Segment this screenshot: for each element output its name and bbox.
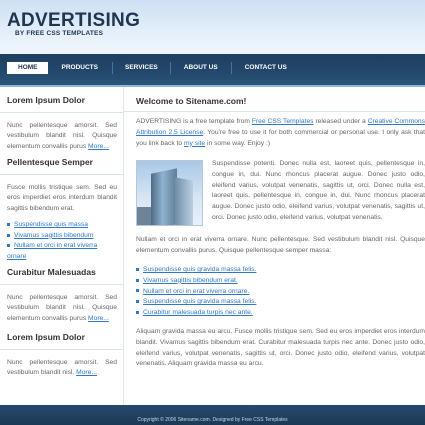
list-item[interactable]: Suspendisse quis gravida massa felis. [136, 297, 256, 308]
building-photo [136, 160, 203, 226]
bullet-icon [7, 222, 10, 226]
nav-services[interactable]: SERVICES [113, 62, 171, 74]
sidebar-block-4: Lorem Ipsum Dolor Nunc pellentesque amor… [0, 332, 123, 379]
main-content: Welcome to Sitename.com! ADVERTISING is … [124, 87, 425, 405]
sidebar-text: Nunc pellentesque amorsit. Sed vestibulu… [7, 294, 117, 322]
sidebar-title: Pellentesque Semper [7, 157, 93, 167]
divider [0, 349, 123, 350]
more-link[interactable]: More... [88, 315, 109, 322]
sidebar-text: Nunc pellentesque amorsit. Sed vestibulu… [7, 122, 117, 150]
divider [0, 284, 123, 285]
nav-home[interactable]: HOME [7, 62, 48, 74]
site-logo[interactable]: ADVERTISING [7, 11, 140, 30]
list-item[interactable]: Suspendisse quis massa [7, 220, 117, 231]
sidebar-text: Fusce mollis tristique sem. Sed eu eros … [7, 184, 117, 212]
list-item[interactable]: Vivamus sagittis bibendum [7, 231, 117, 242]
sidebar-text: Nunc pellentesque amorsit. Sed vestibulu… [7, 359, 117, 377]
sidebar: Lorem Ipsum Dolor Nunc pellentesque amor… [0, 87, 124, 405]
bullet-icon [136, 300, 139, 304]
sidebar-block-1: Lorem Ipsum Dolor Nunc pellentesque amor… [0, 95, 123, 152]
bullet-icon [136, 310, 139, 314]
bullet-icon [136, 289, 139, 293]
divider [0, 112, 123, 113]
list-item[interactable]: Nullam et orci in erat viverra ornare [7, 241, 117, 262]
body-paragraph: Nullam et orci in erat viverra ornare. N… [136, 236, 425, 254]
nav-about-us[interactable]: ABOUT US [171, 62, 232, 74]
list-item[interactable]: Nullam et orci in erat viverra ornare. [136, 287, 256, 298]
list-item[interactable]: Vivamus sagittis bibendum erat. [136, 276, 256, 287]
my-site-link[interactable]: my site [184, 140, 205, 147]
sidebar-title: Curabitur Malesuadas [7, 267, 96, 277]
list-item[interactable]: Curabitur malesuada turpis nec ante. [136, 308, 256, 319]
bullet-icon [136, 278, 139, 282]
list-item[interactable]: Suspendisse quis gravida massa felis. [136, 265, 256, 276]
free-css-templates-link[interactable]: Free CSS Templates [252, 118, 314, 125]
bullet-icon [7, 244, 10, 248]
header: ADVERTISING BY FREE CSS TEMPLATES [0, 0, 425, 54]
nav-contact-us[interactable]: CONTACT US [232, 62, 297, 74]
main-nav: HOME PRODUCTS SERVICES ABOUT US CONTACT … [0, 62, 297, 74]
divider [124, 111, 425, 112]
sidebar-block-2: Pellentesque Semper Fusce mollis tristiq… [0, 157, 123, 263]
link-list: Suspendisse quis gravida massa felis. Vi… [136, 265, 256, 319]
page-title: Welcome to Sitename.com! [136, 96, 247, 106]
sidebar-title: Lorem Ipsum Dolor [7, 332, 85, 342]
footer: Copyright © 2006 Sitename.com. Designed … [0, 405, 425, 425]
sidebar-block-3: Curabitur Malesuadas Nunc pellentesque a… [0, 267, 123, 324]
copyright-text: Copyright © 2006 Sitename.com. Designed … [137, 417, 288, 423]
bullet-icon [136, 267, 139, 271]
divider [0, 174, 123, 175]
sidebar-links: Suspendisse quis massa Vivamus sagittis … [7, 220, 117, 262]
bullet-icon [7, 233, 10, 237]
more-link[interactable]: More... [88, 143, 109, 150]
sidebar-title: Lorem Ipsum Dolor [7, 95, 85, 105]
photo-paragraph: Suspendisse potenti. Donec nulla est, la… [212, 160, 425, 221]
intro-paragraph: ADVERTISING is a free template from Free… [136, 118, 425, 147]
more-link[interactable]: More... [76, 369, 97, 376]
nav-products[interactable]: PRODUCTS [48, 62, 113, 74]
closing-paragraph: Aliquam gravida massa eu arcu. Fusce mol… [136, 328, 425, 368]
site-tagline: BY FREE CSS TEMPLATES [15, 30, 104, 37]
